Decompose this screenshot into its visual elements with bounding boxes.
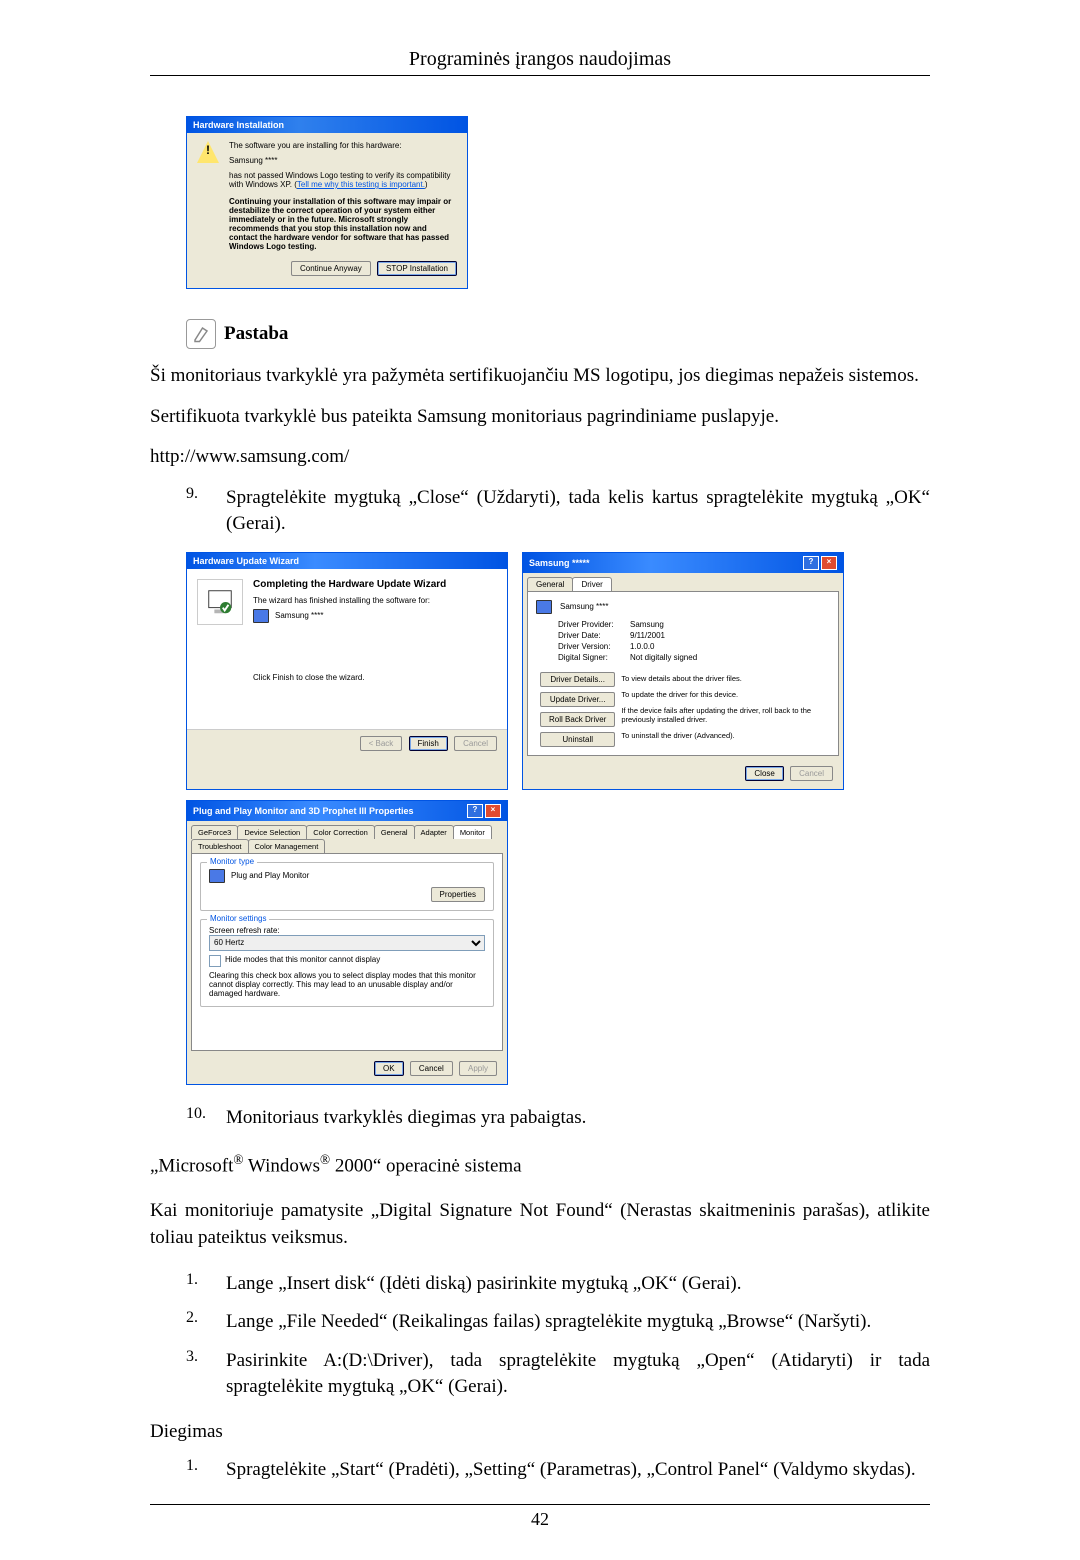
props-device: Samsung **** [560,602,608,611]
hw-device-name: Samsung **** [229,156,457,165]
monitor-type-legend: Monitor type [207,857,257,866]
s1: Lange „Insert disk“ (Įdėti diską) pasiri… [226,1271,930,1298]
list-number-9: 9. [186,485,208,538]
continue-anyway-button[interactable]: Continue Anyway [291,261,371,276]
tab-monitor[interactable]: Monitor [453,825,492,839]
note-label: Pastaba [224,323,288,345]
help-icon[interactable]: ? [467,804,483,818]
wizard-finish-button[interactable]: Finish [409,736,448,751]
hardware-installation-dialog: Hardware Installation The software you a… [186,116,468,289]
wizard-finish-line: Click Finish to close the wizard. [253,673,497,682]
wizard-heading: Completing the Hardware Update Wizard [253,579,497,590]
driver-properties-dialog: Samsung ***** ? × General Driver Samsung… [522,552,844,790]
paragraph-3: Kai monitoriuje pamatysite „Digital Sign… [150,1198,930,1251]
note-icon [186,319,216,349]
pnp-monitor-name: Plug and Play Monitor [231,871,309,880]
props-title: Samsung ***** [529,558,590,568]
update-driver-button[interactable]: Update Driver... [540,692,615,707]
paragraph-1: Ši monitoriaus tvarkyklė yra pažymėta se… [150,363,930,390]
tab-troubleshoot[interactable]: Troubleshoot [191,839,249,853]
provider-value: Samsung [630,620,664,629]
stop-installation-button[interactable]: STOP Installation [377,261,457,276]
step-9-text: Spragtelėkite mygtuką „Close“ (Uždaryti)… [226,485,930,538]
footer-divider [150,1504,930,1505]
tab-device-selection[interactable]: Device Selection [237,825,307,839]
d1: Spragtelėkite „Start“ (Pradėti), „Settin… [226,1457,930,1484]
monitor-icon [253,609,269,623]
s2: Lange „File Needed“ (Reikalingas failas)… [226,1309,930,1336]
tab-general[interactable]: General [527,577,573,591]
provider-label: Driver Provider: [558,620,630,629]
monitor-icon [536,600,552,614]
version-label: Driver Version: [558,642,630,651]
driver-details-button[interactable]: Driver Details... [540,672,615,687]
rollback-desc: If the device fails after updating the d… [621,704,830,724]
install-heading: Diegimas [150,1421,930,1443]
step-10-text: Monitoriaus tvarkyklės diegimas yra paba… [226,1105,930,1132]
update-desc: To update the driver for this device. [621,688,830,699]
hw-warning-bold: Continuing your installation of this sof… [229,197,457,251]
hardware-update-wizard-dialog: Hardware Update Wizard Completing the Ha… [186,552,508,790]
samsung-url: http://www.samsung.com/ [150,444,930,471]
pnp-title: Plug and Play Monitor and 3D Prophet III… [193,806,414,816]
details-desc: To view details about the driver files. [621,672,830,683]
tab-geforce3[interactable]: GeForce3 [191,825,238,839]
page-header-title: Programinės įrangos naudojimas [150,48,930,71]
tab-adapter[interactable]: Adapter [414,825,454,839]
wizard-line: The wizard has finished installing the s… [253,596,497,605]
hide-modes-label: Hide modes that this monitor cannot disp… [225,955,380,967]
wizard-back-button: < Back [360,736,403,751]
monitor-settings-legend: Monitor settings [207,914,269,923]
s3: Pasirinkite A:(D:\Driver), tada spragtel… [226,1348,930,1401]
pnp-monitor-properties-dialog: Plug and Play Monitor and 3D Prophet III… [186,800,508,1085]
tab-color-correction[interactable]: Color Correction [306,825,375,839]
wizard-device: Samsung **** [275,611,323,620]
os-line: „Microsoft® Windows® 2000“ operacinė sis… [150,1151,930,1180]
pnp-cancel-button[interactable]: Cancel [410,1061,453,1076]
date-label: Driver Date: [558,631,630,640]
list-number-1: 1. [186,1271,208,1298]
tell-me-why-link[interactable]: Tell me why this testing is important. [297,180,425,189]
signer-label: Digital Signer: [558,653,630,662]
wizard-hero-icon [197,579,243,625]
props-close-button[interactable]: Close [745,766,783,781]
version-value: 1.0.0.0 [630,642,654,651]
list-number-2: 2. [186,1309,208,1336]
tab-color-management[interactable]: Color Management [248,839,326,853]
refresh-rate-label: Screen refresh rate: [209,926,485,935]
warning-icon [197,141,219,163]
pnp-ok-button[interactable]: OK [374,1061,404,1076]
signer-value: Not digitally signed [630,653,697,662]
date-value: 9/11/2001 [630,631,665,640]
hide-modes-desc: Clearing this check box allows you to se… [209,971,485,998]
refresh-rate-select[interactable]: 60 Hertz [209,935,485,951]
header-divider [150,75,930,76]
wizard-title: Hardware Update Wizard [193,556,299,566]
uninstall-button[interactable]: Uninstall [540,732,615,747]
list-number-10: 10. [186,1105,208,1132]
pnp-properties-button[interactable]: Properties [431,887,485,902]
page-number: 42 [150,1509,930,1530]
wizard-cancel-button: Cancel [454,736,497,751]
list-number-d1: 1. [186,1457,208,1484]
close-icon[interactable]: × [821,556,837,570]
hide-modes-checkbox[interactable] [209,955,221,967]
props-cancel-button: Cancel [790,766,833,781]
hw-compat-text: has not passed Windows Logo testing to v… [229,171,457,189]
uninstall-desc: To uninstall the driver (Advanced). [621,729,830,740]
paragraph-2: Sertifikuota tvarkyklė bus pateikta Sams… [150,404,930,431]
close-icon[interactable]: × [485,804,501,818]
pnp-apply-button: Apply [459,1061,497,1076]
help-icon[interactable]: ? [803,556,819,570]
monitor-icon [209,869,225,883]
rollback-driver-button[interactable]: Roll Back Driver [540,712,615,727]
tab-general[interactable]: General [374,825,415,839]
dialog-title: Hardware Installation [187,117,467,133]
list-number-3: 3. [186,1348,208,1401]
hw-line1: The software you are installing for this… [229,141,457,150]
tab-driver[interactable]: Driver [572,577,611,591]
